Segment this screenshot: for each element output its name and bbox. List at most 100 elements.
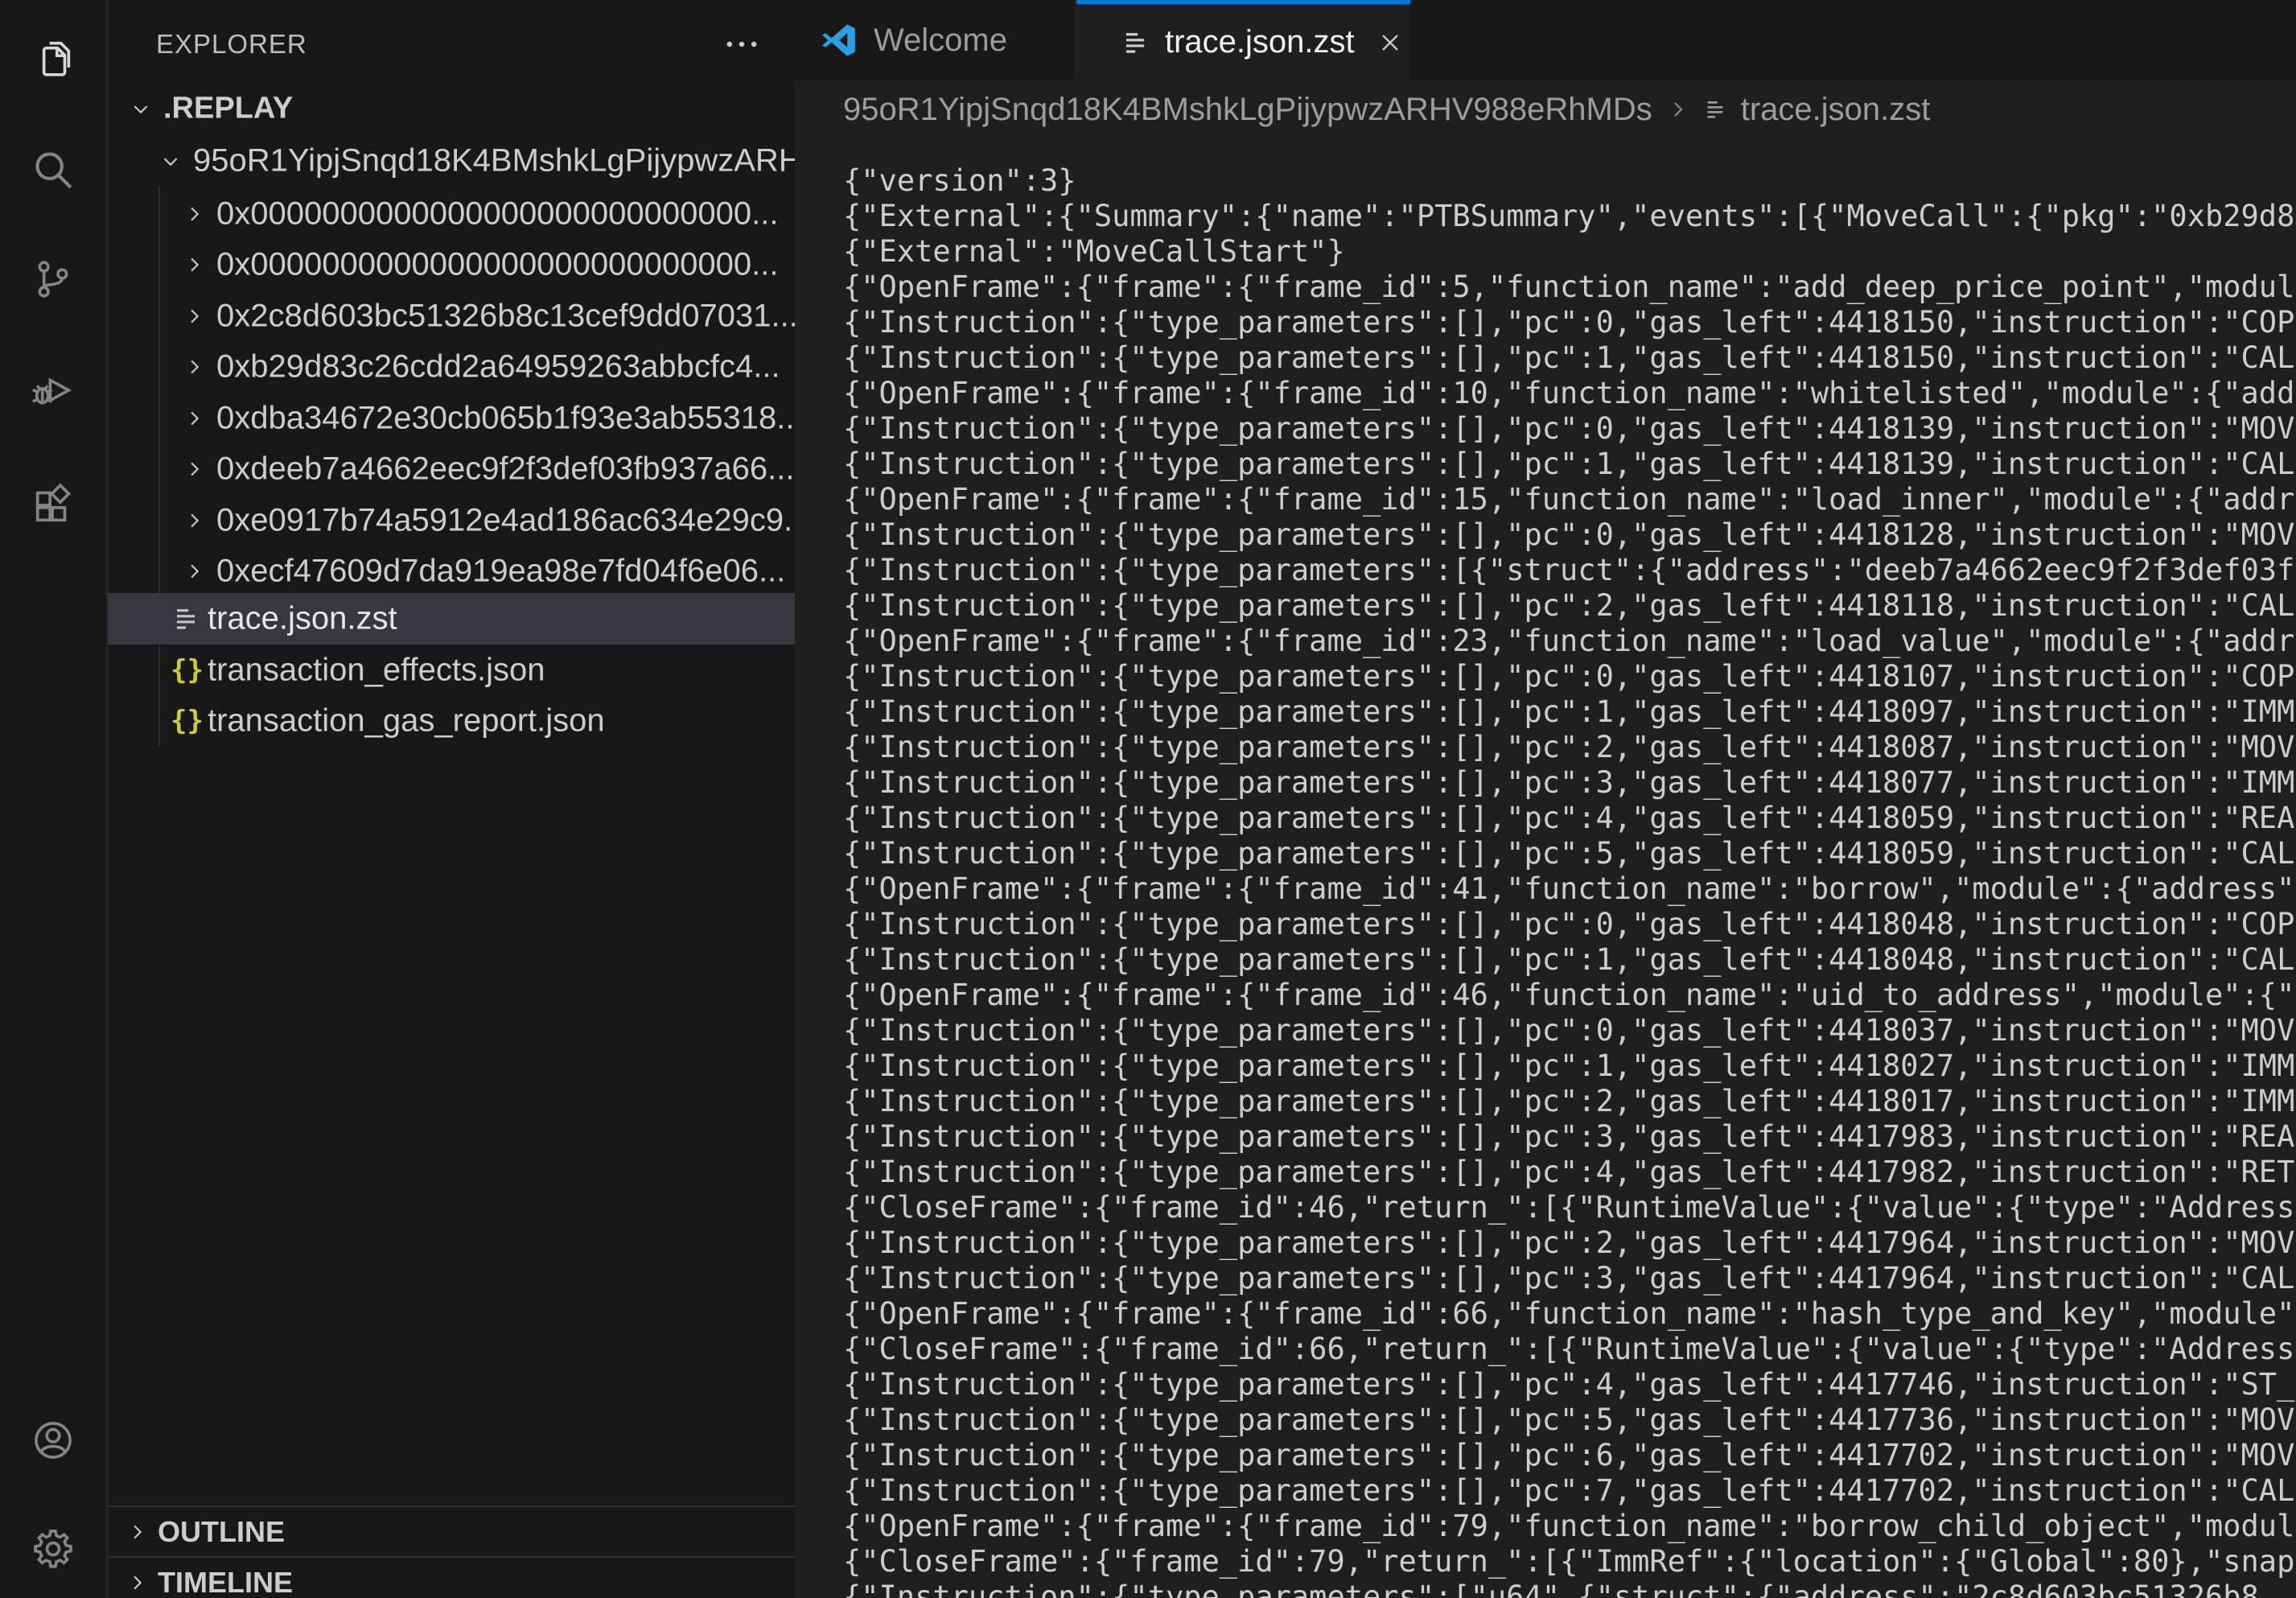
- code-line: {"Instruction":{"type_parameters":[],"pc…: [843, 801, 2296, 836]
- tree-item-folder[interactable]: .REPLAY: [108, 83, 795, 134]
- chevron-right-icon: [183, 407, 205, 430]
- tree-item-folder[interactable]: 0x0000000000000000000000000000...: [108, 239, 795, 290]
- tree-item-label: 0xb29d83c26cdd2a64959263abbcfc4...: [216, 349, 780, 385]
- code-line: {"Instruction":{"type_parameters":[{"str…: [843, 553, 2296, 588]
- vscode-window: EXPLORER .REPLAY 95oR1YipjSnqd18K4BMshkLg…: [0, 0, 2296, 1598]
- code-line: {"OpenFrame":{"frame":{"frame_id":10,"fu…: [843, 376, 2296, 411]
- tab-trace-json-zst[interactable]: trace.json.zst: [1076, 0, 1410, 80]
- code-line: {"CloseFrame":{"frame_id":66,"return_":[…: [843, 1332, 2296, 1367]
- tree-item-folder[interactable]: 0x2c8d603bc51326b8c13cef9dd07031...: [108, 290, 795, 342]
- json-icon: {}: [171, 706, 201, 736]
- files-icon[interactable]: [30, 35, 76, 82]
- doc-icon: [1120, 27, 1150, 58]
- chevron-right-icon: [183, 253, 205, 276]
- tab-welcome[interactable]: Welcome: [795, 0, 1076, 80]
- tree-item-file[interactable]: {}transaction_effects.json: [108, 645, 795, 696]
- extensions-icon[interactable]: [30, 481, 76, 528]
- code-line: {"Instruction":{"type_parameters":[],"pc…: [843, 1367, 2296, 1402]
- tree-item-file[interactable]: {}transaction_gas_report.json: [108, 695, 795, 747]
- panel-header-timeline[interactable]: TIMELINE: [108, 1556, 795, 1598]
- code-line: {"OpenFrame":{"frame":{"frame_id":46,"fu…: [843, 978, 2296, 1013]
- code-line: {"OpenFrame":{"frame":{"frame_id":66,"fu…: [843, 1296, 2296, 1332]
- file-icon: [1702, 97, 1728, 122]
- chevron-right-icon: [183, 203, 205, 225]
- code-line: {"Instruction":{"type_parameters":[],"pc…: [843, 1048, 2296, 1084]
- chevron-right-icon: [183, 305, 205, 327]
- code-line: {"Instruction":{"type_parameters":[],"pc…: [843, 305, 2296, 340]
- breadcrumb: 95oR1YipjSnqd18K4BMshkLgPijypwzARHV988eR…: [795, 80, 2296, 138]
- code-line: {"Instruction":{"type_parameters":[],"pc…: [843, 1438, 2296, 1473]
- chevron-down-icon: [130, 97, 152, 120]
- code-line: {"OpenFrame":{"frame":{"frame_id":41,"fu…: [843, 871, 2296, 907]
- tree-item-label: transaction_gas_report.json: [208, 703, 605, 739]
- code-line: {"Instruction":{"type_parameters":[],"pc…: [843, 1084, 2296, 1119]
- doc-icon: [171, 603, 201, 634]
- tree-item-folder[interactable]: 0xecf47609d7da919ea98e7fd04f6e06...: [108, 546, 795, 597]
- breadcrumb-file[interactable]: trace.json.zst: [1741, 92, 1931, 128]
- source-control-icon[interactable]: [30, 256, 76, 303]
- code-line: {"Instruction":{"type_parameters":["u64"…: [843, 1579, 2296, 1598]
- code-line: {"CloseFrame":{"frame_id":46,"return_":[…: [843, 1190, 2296, 1225]
- code-line: {"Instruction":{"type_parameters":[],"pc…: [843, 1261, 2296, 1296]
- code-line: {"Instruction":{"type_parameters":[],"pc…: [843, 694, 2296, 730]
- tree-item-label: 0xdba34672e30cb065b1f93e3ab55318...: [216, 401, 795, 437]
- more-actions-icon[interactable]: [721, 23, 763, 65]
- tree-item-folder[interactable]: 95oR1YipjSnqd18K4BMshkLgPijypwzARH...: [108, 135, 795, 187]
- sidebar-title: EXPLORER: [156, 29, 307, 60]
- chevron-right-icon: [125, 1521, 148, 1543]
- editor-content[interactable]: {"version":3}{"External":{"Summary":{"na…: [843, 163, 2296, 1598]
- code-line: {"Instruction":{"type_parameters":[],"pc…: [843, 1013, 2296, 1048]
- tree-item-folder[interactable]: 0xe0917b74a5912e4ad186ac634e29c9...: [108, 495, 795, 546]
- code-line: {"Instruction":{"type_parameters":[],"pc…: [843, 1119, 2296, 1155]
- code-line: {"External":"MoveCallStart"}: [843, 234, 2296, 270]
- tab-label: trace.json.zst: [1165, 24, 1355, 60]
- tree-item-file[interactable]: trace.json.zst: [108, 593, 795, 645]
- code-line: {"Instruction":{"type_parameters":[],"pc…: [843, 1473, 2296, 1509]
- code-line: {"OpenFrame":{"frame":{"frame_id":15,"fu…: [843, 482, 2296, 517]
- chevron-right-icon: [183, 509, 205, 532]
- tree-item-label: 0xe0917b74a5912e4ad186ac634e29c9...: [216, 503, 795, 539]
- search-icon[interactable]: [30, 146, 76, 193]
- chevron-right-icon: [125, 1571, 148, 1594]
- chevron-right-icon: [183, 458, 205, 480]
- account-icon[interactable]: [30, 1417, 76, 1464]
- tree-item-label: trace.json.zst: [208, 601, 397, 637]
- code-line: {"Instruction":{"type_parameters":[],"pc…: [843, 659, 2296, 694]
- settings-gear-icon[interactable]: [30, 1526, 76, 1572]
- code-line: {"Instruction":{"type_parameters":[],"pc…: [843, 907, 2296, 942]
- chevron-right-icon: [1665, 97, 1689, 121]
- code-line: {"Instruction":{"type_parameters":[],"pc…: [843, 340, 2296, 376]
- tree-item-folder[interactable]: 0xdeeb7a4662eec9f2f3def03fb937a66...: [108, 443, 795, 495]
- breadcrumb-folder[interactable]: 95oR1YipjSnqd18K4BMshkLgPijypwzARHV988eR…: [843, 92, 1652, 128]
- code-line: {"Instruction":{"type_parameters":[],"pc…: [843, 1402, 2296, 1438]
- tree-item-label: 0x0000000000000000000000000000...: [216, 196, 778, 233]
- tree-item-folder[interactable]: 0xdba34672e30cb065b1f93e3ab55318...: [108, 393, 795, 444]
- tree-item-label: 0xdeeb7a4662eec9f2f3def03fb937a66...: [216, 451, 794, 488]
- code-line: {"Instruction":{"type_parameters":[],"pc…: [843, 411, 2296, 447]
- run-debug-icon[interactable]: [30, 367, 76, 414]
- code-line: {"Instruction":{"type_parameters":[],"pc…: [843, 447, 2296, 482]
- editor-tab-bar: Welcome trace.json.zst: [795, 0, 2296, 80]
- code-line: {"OpenFrame":{"frame":{"frame_id":79,"fu…: [843, 1509, 2296, 1544]
- sidebar-header: EXPLORER: [108, 23, 795, 66]
- panel-header-outline[interactable]: OUTLINE: [108, 1505, 795, 1557]
- tree-item-label: 0xecf47609d7da919ea98e7fd04f6e06...: [216, 554, 785, 590]
- code-line: {"Instruction":{"type_parameters":[],"pc…: [843, 765, 2296, 801]
- tree-item-folder[interactable]: 0xb29d83c26cdd2a64959263abbcfc4...: [108, 341, 795, 393]
- code-line: {"Instruction":{"type_parameters":[],"pc…: [843, 517, 2296, 553]
- code-line: {"Instruction":{"type_parameters":[],"pc…: [843, 942, 2296, 978]
- code-line: {"OpenFrame":{"frame":{"frame_id":5,"fun…: [843, 270, 2296, 305]
- tree-item-label: transaction_effects.json: [208, 653, 545, 689]
- tree-item-folder[interactable]: 0x0000000000000000000000000000...: [108, 188, 795, 240]
- code-line: {"Instruction":{"type_parameters":[],"pc…: [843, 1225, 2296, 1261]
- code-line: {"version":3}: [843, 163, 2296, 199]
- code-line: {"Instruction":{"type_parameters":[],"pc…: [843, 730, 2296, 765]
- chevron-right-icon: [183, 356, 205, 378]
- tree-item-label: 95oR1YipjSnqd18K4BMshkLgPijypwzARH...: [193, 143, 795, 179]
- explorer-sidebar: EXPLORER .REPLAY 95oR1YipjSnqd18K4BMshkLg…: [108, 0, 795, 1598]
- code-line: {"Instruction":{"type_parameters":[],"pc…: [843, 588, 2296, 624]
- tab-label: Welcome: [874, 23, 1007, 59]
- code-line: {"Instruction":{"type_parameters":[],"pc…: [843, 836, 2296, 871]
- vscode-logo-icon: [819, 20, 859, 60]
- close-icon[interactable]: [1376, 28, 1405, 57]
